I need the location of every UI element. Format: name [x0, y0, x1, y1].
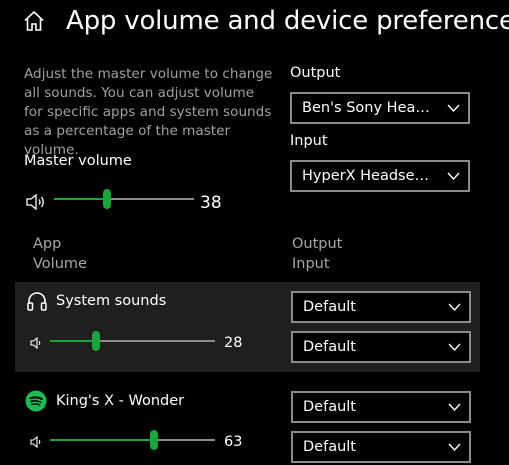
- input-label: Input: [290, 133, 328, 149]
- app-volume-slider[interactable]: [50, 331, 215, 351]
- column-header-app: App Volume: [33, 234, 87, 274]
- chevron-down-icon: [447, 104, 460, 113]
- column-header-volume-line: Volume: [33, 256, 87, 272]
- chevron-down-icon: [448, 403, 461, 412]
- chevron-down-icon: [448, 303, 461, 312]
- app-input-value: Default: [303, 439, 356, 455]
- slider-fill: [50, 340, 97, 342]
- slider-thumb[interactable]: [149, 430, 158, 450]
- slider-fill: [54, 198, 108, 200]
- home-icon[interactable]: [22, 9, 46, 33]
- column-header-input-line: Input: [292, 256, 330, 272]
- headphones-icon: [27, 292, 47, 311]
- column-header-app-line: App: [33, 236, 62, 252]
- app-name: King's X - Wonder: [56, 393, 185, 409]
- spotify-icon: [25, 390, 47, 412]
- speaker-icon[interactable]: [26, 194, 46, 210]
- app-output-value: Default: [303, 299, 356, 315]
- slider-thumb[interactable]: [92, 331, 101, 351]
- slider-thumb[interactable]: [103, 189, 112, 209]
- chevron-down-icon: [448, 343, 461, 352]
- output-label: Output: [290, 65, 341, 81]
- master-volume-value: 38: [200, 193, 222, 213]
- master-volume-description: Adjust the master volume to change all s…: [24, 66, 273, 158]
- app-output-value: Default: [303, 399, 356, 415]
- output-device-value: Ben's Sony Headphones: [302, 100, 434, 116]
- chevron-down-icon: [448, 443, 461, 452]
- column-header-device: Output Input: [292, 234, 342, 274]
- page-title: App volume and device preferences: [66, 6, 509, 36]
- app-volume-value: 28: [224, 335, 243, 351]
- chevron-down-icon: [447, 172, 460, 181]
- app-name: System sounds: [56, 293, 167, 309]
- input-device-dropdown[interactable]: HyperX Headset Mic: [290, 160, 470, 192]
- slider-fill: [50, 439, 154, 441]
- column-header-output-line: Output: [292, 236, 343, 252]
- input-device-value: HyperX Headset Mic: [302, 168, 434, 184]
- output-device-dropdown[interactable]: Ben's Sony Headphones: [290, 92, 470, 124]
- app-input-dropdown[interactable]: Default: [291, 431, 471, 463]
- app-output-dropdown[interactable]: Default: [291, 391, 471, 423]
- app-volume-page: App volume and device preferences Adjust…: [0, 0, 509, 465]
- master-volume-label: Master volume: [24, 153, 132, 169]
- speaker-icon[interactable]: [30, 436, 43, 448]
- app-input-value: Default: [303, 339, 356, 355]
- speaker-icon[interactable]: [30, 337, 43, 349]
- app-volume-value: 63: [224, 434, 243, 450]
- master-volume-slider[interactable]: [54, 189, 194, 209]
- app-volume-slider[interactable]: [50, 430, 215, 450]
- app-output-dropdown[interactable]: Default: [291, 291, 471, 323]
- app-input-dropdown[interactable]: Default: [291, 331, 471, 363]
